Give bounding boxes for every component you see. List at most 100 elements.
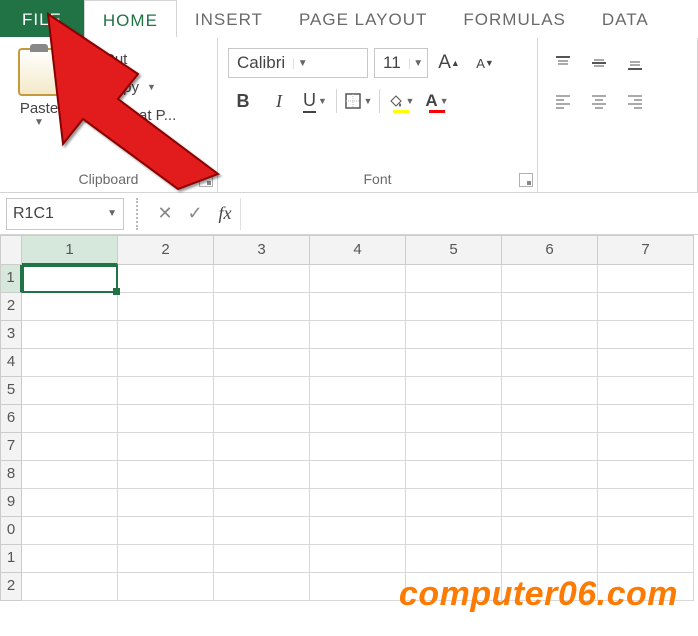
cell[interactable] xyxy=(502,321,598,349)
cell[interactable] xyxy=(502,461,598,489)
column-header[interactable]: 5 xyxy=(406,235,502,265)
cell[interactable] xyxy=(118,265,214,293)
cell[interactable] xyxy=(598,293,694,321)
align-right-button[interactable] xyxy=(620,86,650,116)
cell[interactable] xyxy=(406,349,502,377)
bold-button[interactable]: B xyxy=(228,86,258,116)
tab-page-layout[interactable]: PAGE LAYOUT xyxy=(281,0,445,37)
fx-enter-button[interactable]: ✓ xyxy=(180,199,210,229)
select-all-corner[interactable] xyxy=(0,235,22,265)
row-header[interactable]: 7 xyxy=(0,433,22,461)
cell[interactable] xyxy=(502,433,598,461)
cell[interactable] xyxy=(118,573,214,601)
cell[interactable] xyxy=(406,405,502,433)
font-dialog-launcher[interactable] xyxy=(519,173,533,187)
name-box-dropdown-icon[interactable]: ▼ xyxy=(107,208,117,219)
row-header[interactable]: 8 xyxy=(0,461,22,489)
cell[interactable] xyxy=(406,265,502,293)
row-header[interactable]: 1 xyxy=(0,265,22,293)
cell[interactable] xyxy=(22,517,118,545)
cell[interactable] xyxy=(598,321,694,349)
cell[interactable] xyxy=(310,265,406,293)
column-header[interactable]: 3 xyxy=(214,235,310,265)
format-painter-button[interactable]: Format P... xyxy=(76,104,176,126)
cell[interactable] xyxy=(598,377,694,405)
font-name-dropdown-icon[interactable]: ▼ xyxy=(293,58,311,69)
clipboard-dialog-launcher[interactable] xyxy=(199,173,213,187)
cell[interactable] xyxy=(118,461,214,489)
cell[interactable] xyxy=(502,489,598,517)
cell[interactable] xyxy=(214,461,310,489)
font-color-button[interactable]: A ▼ xyxy=(422,86,452,116)
cell[interactable] xyxy=(214,545,310,573)
fill-color-dropdown-icon[interactable]: ▼ xyxy=(406,96,415,106)
cell[interactable] xyxy=(310,377,406,405)
cell[interactable] xyxy=(598,433,694,461)
cell[interactable] xyxy=(598,517,694,545)
cell[interactable] xyxy=(406,433,502,461)
cell[interactable] xyxy=(310,517,406,545)
row-header[interactable]: 6 xyxy=(0,405,22,433)
cell[interactable] xyxy=(118,293,214,321)
cell[interactable] xyxy=(118,433,214,461)
cell[interactable] xyxy=(118,405,214,433)
cell[interactable] xyxy=(598,545,694,573)
fill-color-button[interactable]: ▼ xyxy=(386,86,416,116)
cell[interactable] xyxy=(214,405,310,433)
cell[interactable] xyxy=(598,461,694,489)
row-header[interactable]: 4 xyxy=(0,349,22,377)
cell[interactable] xyxy=(214,489,310,517)
cell[interactable] xyxy=(406,321,502,349)
cell[interactable] xyxy=(118,349,214,377)
cell[interactable] xyxy=(598,405,694,433)
cell[interactable] xyxy=(22,377,118,405)
column-header[interactable]: 7 xyxy=(598,235,694,265)
font-size-dropdown-icon[interactable]: ▼ xyxy=(409,58,427,69)
cell[interactable] xyxy=(118,489,214,517)
align-middle-button[interactable] xyxy=(584,48,614,78)
cell[interactable] xyxy=(502,517,598,545)
cell[interactable] xyxy=(214,433,310,461)
font-size-combo[interactable]: 11 ▼ xyxy=(374,48,428,78)
align-center-button[interactable] xyxy=(584,86,614,116)
cell[interactable] xyxy=(22,349,118,377)
cell[interactable] xyxy=(406,545,502,573)
cell[interactable] xyxy=(406,293,502,321)
paste-dropdown-icon[interactable]: ▼ xyxy=(34,117,44,128)
italic-button[interactable]: I xyxy=(264,86,294,116)
column-header[interactable]: 1 xyxy=(22,235,118,265)
row-header[interactable]: 5 xyxy=(0,377,22,405)
tab-file[interactable]: FILE xyxy=(0,0,84,37)
font-name-combo[interactable]: Calibri ▼ xyxy=(228,48,368,78)
tab-data[interactable]: DATA xyxy=(584,0,667,37)
cell[interactable] xyxy=(22,433,118,461)
tab-formulas[interactable]: FORMULAS xyxy=(445,0,583,37)
cell[interactable] xyxy=(310,433,406,461)
cell[interactable] xyxy=(22,321,118,349)
cell[interactable] xyxy=(502,545,598,573)
name-box[interactable]: R1C1 ▼ xyxy=(6,198,124,230)
cell[interactable] xyxy=(118,517,214,545)
cell[interactable] xyxy=(214,349,310,377)
cell[interactable] xyxy=(502,405,598,433)
formula-input[interactable] xyxy=(240,198,698,230)
row-header[interactable]: 2 xyxy=(0,573,22,601)
cell[interactable] xyxy=(214,293,310,321)
cell[interactable] xyxy=(310,489,406,517)
row-header[interactable]: 9 xyxy=(0,489,22,517)
cell[interactable] xyxy=(310,461,406,489)
borders-dropdown-icon[interactable]: ▼ xyxy=(364,96,373,106)
cell[interactable] xyxy=(22,461,118,489)
cell[interactable] xyxy=(406,489,502,517)
column-header[interactable]: 2 xyxy=(118,235,214,265)
cell[interactable] xyxy=(598,265,694,293)
cell[interactable] xyxy=(502,293,598,321)
cell[interactable] xyxy=(22,573,118,601)
cell[interactable] xyxy=(22,489,118,517)
align-left-button[interactable] xyxy=(548,86,578,116)
cell[interactable] xyxy=(406,517,502,545)
cell[interactable] xyxy=(502,377,598,405)
align-top-button[interactable] xyxy=(548,48,578,78)
cut-button[interactable]: Cut xyxy=(76,48,176,70)
cell[interactable] xyxy=(22,265,118,293)
